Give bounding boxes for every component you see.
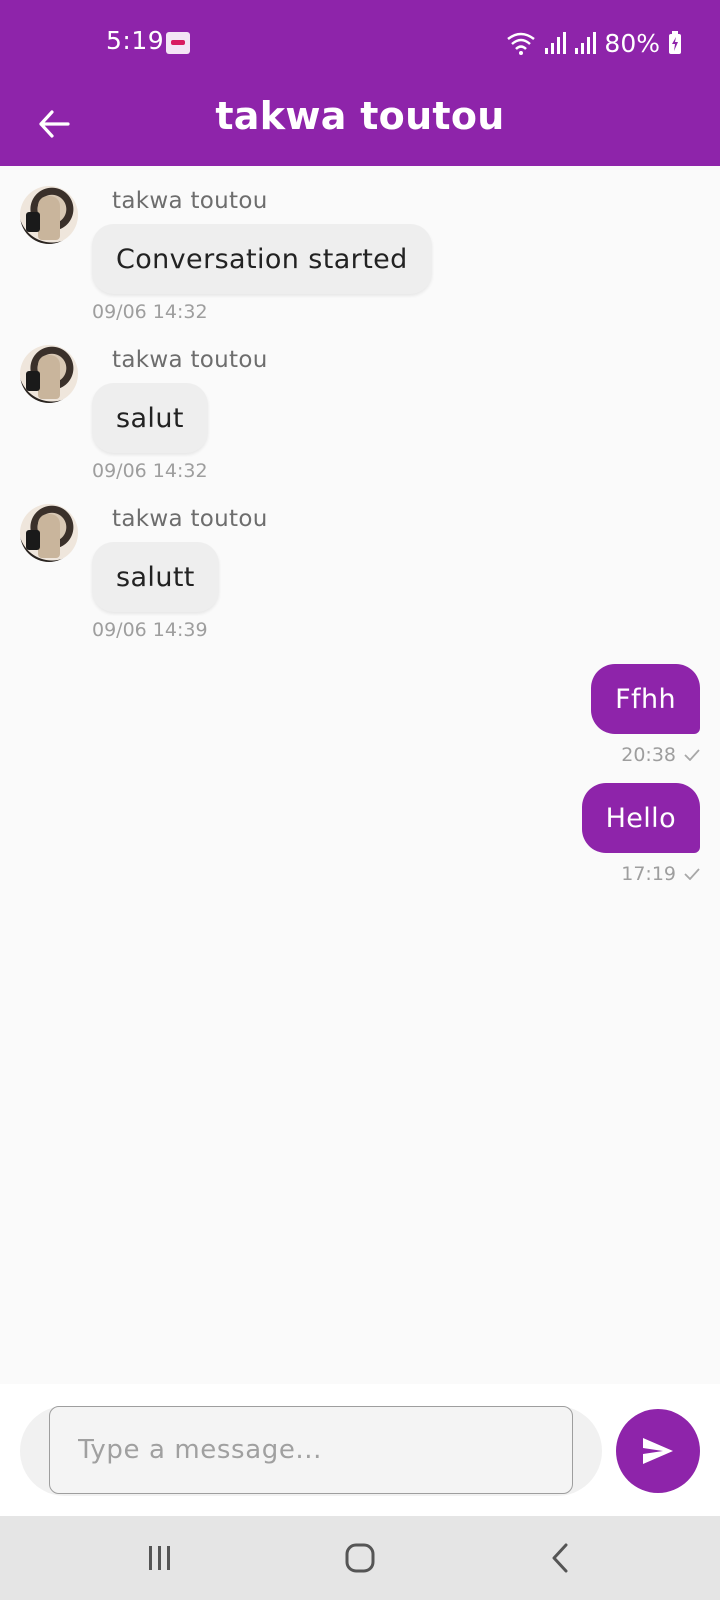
message-composer xyxy=(0,1384,720,1516)
battery-charging-icon xyxy=(669,31,681,54)
message-bubble[interactable]: Ffhh xyxy=(591,664,700,734)
signal-icon xyxy=(545,32,567,54)
sender-name: takwa toutou xyxy=(112,188,268,214)
wifi-icon xyxy=(507,32,536,55)
message-text: Ffhh xyxy=(615,683,676,715)
home-button[interactable] xyxy=(330,1534,390,1582)
message-bubble[interactable]: Hello xyxy=(581,783,700,853)
message-time: 09/06 14:32 xyxy=(92,460,208,482)
sender-name: takwa toutou xyxy=(112,506,268,532)
signal-icon xyxy=(575,32,597,54)
check-icon xyxy=(684,749,700,761)
avatar[interactable] xyxy=(20,504,78,562)
send-button[interactable] xyxy=(616,1409,700,1493)
back-button[interactable] xyxy=(28,98,80,150)
message-meta: 17:19 xyxy=(621,863,700,885)
nav-back-button[interactable] xyxy=(530,1534,590,1582)
send-icon xyxy=(643,1438,673,1464)
arrow-left-icon xyxy=(39,110,70,138)
message-list[interactable]: takwa toutou Conversation started 09/06 … xyxy=(0,166,720,1384)
recent-apps-icon xyxy=(149,1546,170,1570)
message-bubble[interactable]: salutt xyxy=(92,542,219,612)
message-text: salut xyxy=(116,402,184,434)
message-time: 17:19 xyxy=(621,863,676,885)
recent-apps-button[interactable] xyxy=(130,1534,190,1582)
status-icons: 80% xyxy=(506,28,682,58)
avatar[interactable] xyxy=(20,186,78,244)
message-bubble[interactable]: Conversation started xyxy=(92,224,432,294)
system-nav-bar xyxy=(0,1516,720,1600)
message-text: Hello xyxy=(605,802,676,834)
message-input[interactable] xyxy=(49,1406,573,1494)
message-time: 09/06 14:32 xyxy=(92,301,208,323)
message-text: Conversation started xyxy=(116,243,408,275)
chat-screen: 5:19 80% takwa toutou takwa toutou Conve… xyxy=(0,0,720,1600)
avatar[interactable] xyxy=(20,345,78,403)
message-meta: 20:38 xyxy=(621,744,700,766)
message-time: 09/06 14:39 xyxy=(92,619,208,641)
status-bar: 5:19 80% xyxy=(0,0,720,82)
sender-name: takwa toutou xyxy=(112,347,268,373)
back-icon xyxy=(552,1543,568,1573)
app-bar: takwa toutou xyxy=(0,82,720,166)
battery-percentage: 80% xyxy=(604,28,660,58)
message-bubble[interactable]: salut xyxy=(92,383,208,453)
status-time: 5:19 xyxy=(106,26,165,55)
home-icon xyxy=(345,1543,375,1573)
page-title: takwa toutou xyxy=(215,94,505,138)
message-text: salutt xyxy=(116,561,195,593)
message-time: 20:38 xyxy=(621,744,676,766)
check-icon xyxy=(684,868,700,880)
app-notification-icon xyxy=(166,32,190,54)
